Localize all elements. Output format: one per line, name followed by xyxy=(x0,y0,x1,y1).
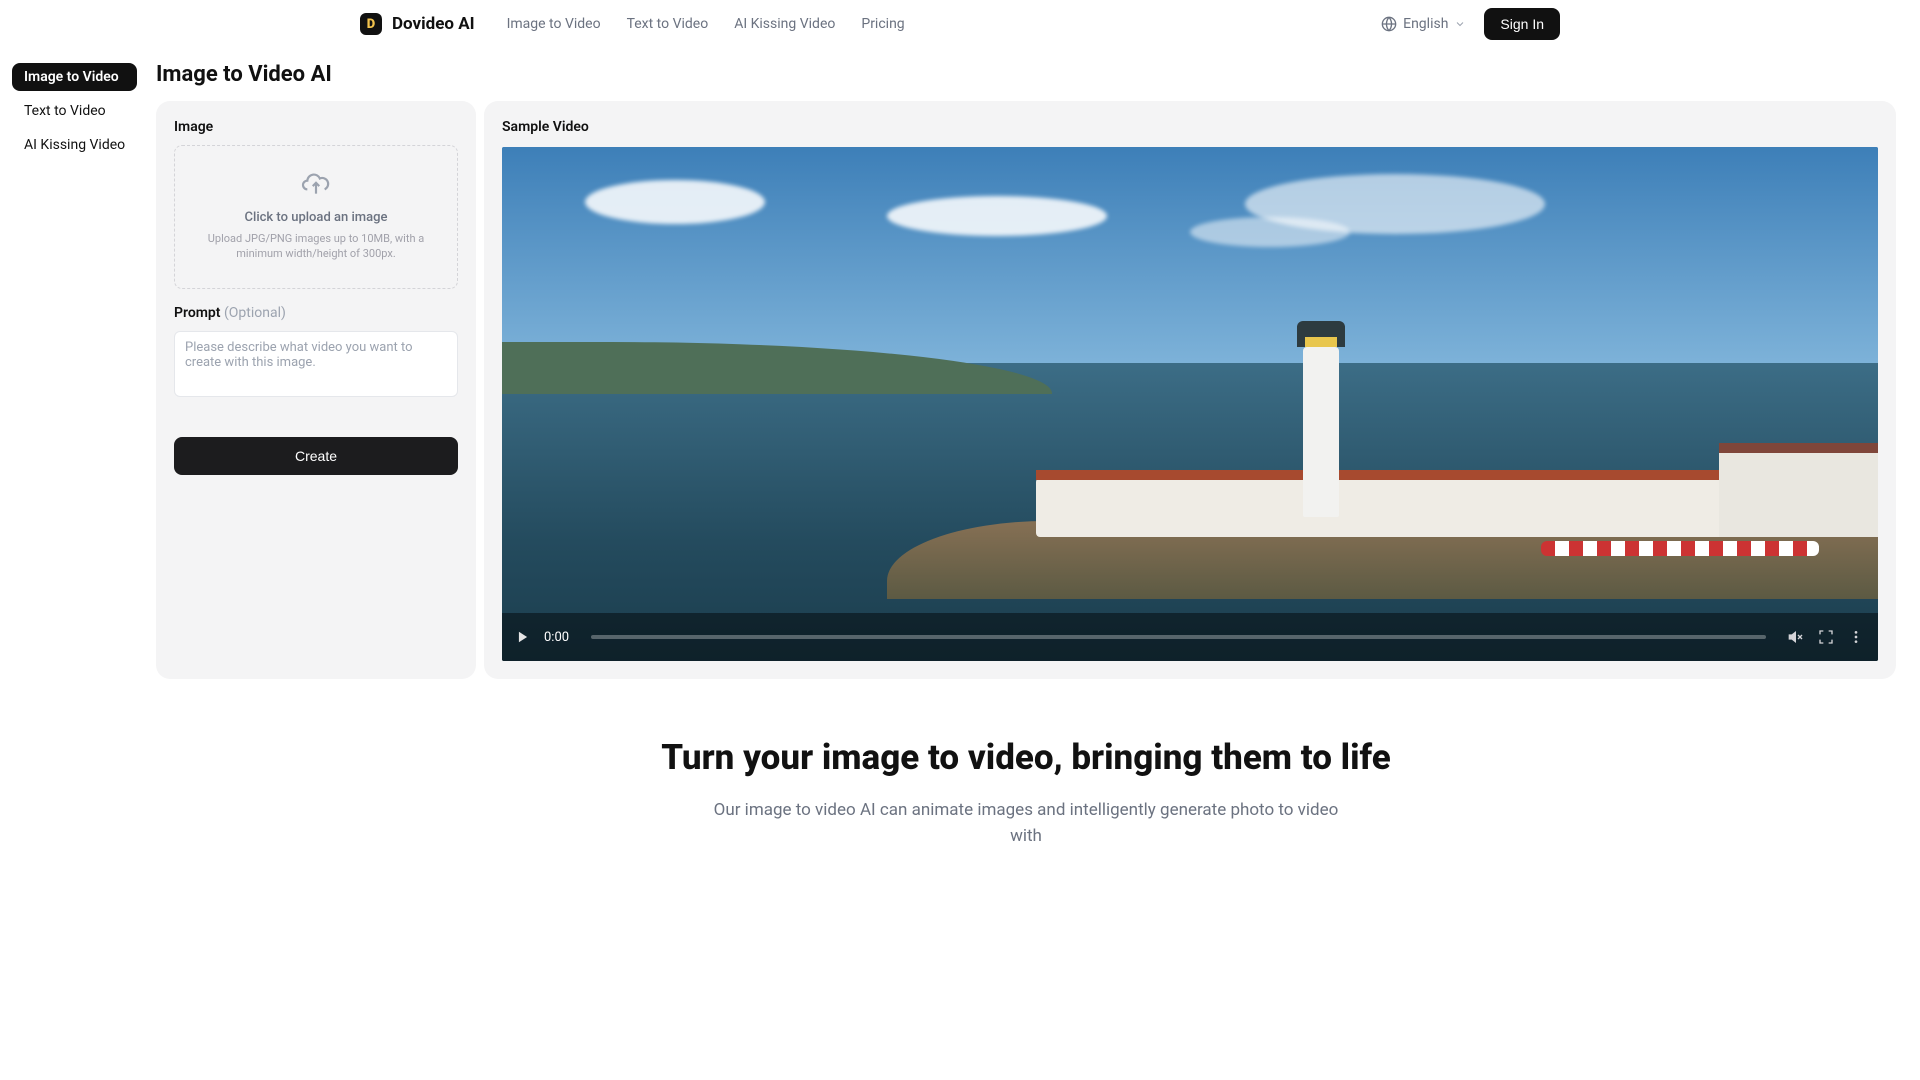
hero-title: Turn your image to video, bringing them … xyxy=(196,737,1856,778)
brand-name: Dovideo AI xyxy=(392,14,475,34)
volume-icon[interactable] xyxy=(1788,629,1804,645)
sidebar-item-image-to-video[interactable]: Image to Video xyxy=(12,63,137,91)
sample-panel: Sample Video xyxy=(484,101,1896,679)
nav-pricing[interactable]: Pricing xyxy=(861,16,904,32)
hero-subtitle: Our image to video AI can animate images… xyxy=(706,798,1346,849)
image-label: Image xyxy=(174,119,458,135)
language-selector[interactable]: English xyxy=(1381,16,1466,32)
prompt-input[interactable] xyxy=(174,331,458,397)
sidebar: Image to Video Text to Video AI Kissing … xyxy=(12,63,137,159)
video-seek-bar[interactable] xyxy=(591,635,1766,639)
image-upload-dropzone[interactable]: Click to upload an image Upload JPG/PNG … xyxy=(174,145,458,289)
prompt-optional: (Optional) xyxy=(224,305,286,321)
logo-icon: D xyxy=(360,13,382,35)
nav-image-to-video[interactable]: Image to Video xyxy=(507,16,601,32)
header: D Dovideo AI Image to Video Text to Vide… xyxy=(0,0,1920,48)
sidebar-item-ai-kissing[interactable]: AI Kissing Video xyxy=(12,131,137,159)
top-nav: Image to Video Text to Video AI Kissing … xyxy=(507,16,905,32)
play-button[interactable] xyxy=(516,630,530,644)
input-panel: Image Click to upload an image Upload JP… xyxy=(156,101,476,679)
video-controls: 0:00 xyxy=(502,613,1878,661)
hero: Turn your image to video, bringing them … xyxy=(156,737,1896,849)
upload-icon xyxy=(301,172,331,198)
nav-text-to-video[interactable]: Text to Video xyxy=(627,16,709,32)
nav-ai-kissing[interactable]: AI Kissing Video xyxy=(734,16,835,32)
language-label: English xyxy=(1403,16,1448,32)
create-button[interactable]: Create xyxy=(174,437,458,475)
chevron-down-icon xyxy=(1454,18,1466,30)
sample-video[interactable]: 0:00 xyxy=(502,147,1878,661)
globe-icon xyxy=(1381,16,1397,32)
more-icon[interactable] xyxy=(1848,629,1864,645)
prompt-label: Prompt (Optional) xyxy=(174,305,458,321)
upload-sub-text: Upload JPG/PNG images up to 10MB, with a… xyxy=(187,231,445,262)
video-time: 0:00 xyxy=(544,630,569,645)
upload-main-text: Click to upload an image xyxy=(187,210,445,225)
page-title: Image to Video AI xyxy=(156,62,1896,87)
logo[interactable]: D Dovideo AI xyxy=(360,13,475,35)
fullscreen-icon[interactable] xyxy=(1818,629,1834,645)
sample-video-label: Sample Video xyxy=(502,119,1878,135)
sign-in-button[interactable]: Sign In xyxy=(1484,8,1560,40)
sidebar-item-text-to-video[interactable]: Text to Video xyxy=(12,97,137,125)
